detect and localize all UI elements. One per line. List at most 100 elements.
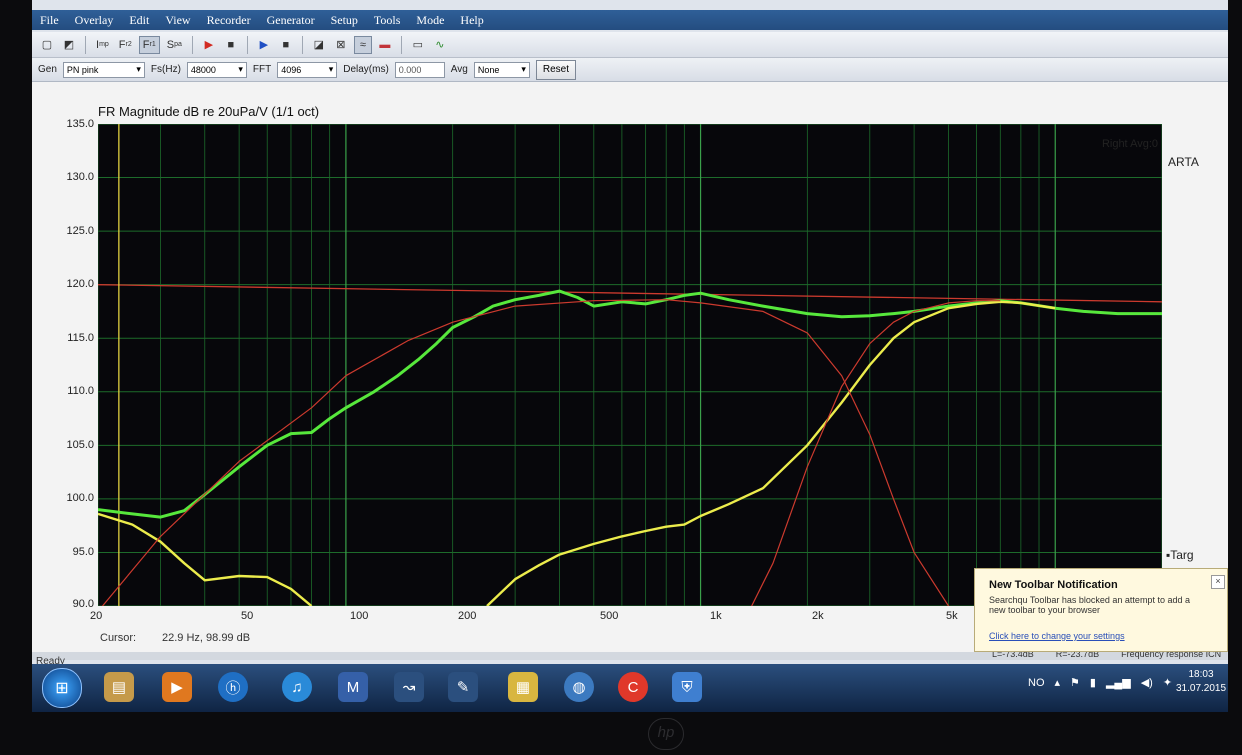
tray-language[interactable]: NO <box>1028 677 1045 689</box>
open-icon[interactable]: ◩ <box>60 36 78 54</box>
chevron-up-icon[interactable]: ▴ <box>1055 676 1061 689</box>
y-tick-label: 95.0 <box>72 546 94 558</box>
y-tick-label: 90.0 <box>72 598 94 610</box>
fft-value: 4096 <box>281 64 302 75</box>
close-icon[interactable]: × <box>1211 575 1225 589</box>
mode-fr1-button[interactable]: Fr1 <box>138 35 160 54</box>
mode-spa-label: S <box>166 38 175 51</box>
menu-overlay[interactable]: Overlay <box>75 13 114 28</box>
x-tick-label: 50 <box>241 610 254 622</box>
main-toolbar: ▢ ◩ Imp Fr2 Fr1 Spa ▶ ■ ▶ ■ ◪ ⊠ ≈ ▬ ▭ ∿ <box>32 32 1228 58</box>
start-button[interactable]: ⊞ <box>42 668 82 708</box>
color-icon[interactable]: ▬ <box>376 36 394 54</box>
x-tick-label: 500 <box>600 610 619 622</box>
menu-mode[interactable]: Mode <box>416 13 444 28</box>
y-tick-label: 115.0 <box>67 332 94 344</box>
calibrate-icon[interactable]: ◪ <box>310 36 328 54</box>
y-tick-label: 130.0 <box>66 171 94 183</box>
x-tick-label: 100 <box>350 610 369 622</box>
app-curve-icon[interactable]: ↝ <box>394 672 424 702</box>
mode-fr2-sub: r2 <box>125 41 132 48</box>
app-pen-icon[interactable]: ✎ <box>448 672 478 702</box>
wave-icon[interactable]: ∿ <box>431 36 449 54</box>
notification-title: New Toolbar Notification <box>989 579 1118 591</box>
generator-value: PN pink <box>66 64 99 75</box>
notification-body: Searchqu Toolbar has blocked an attempt … <box>989 595 1190 615</box>
generator-select[interactable]: PN pink ▾ <box>62 61 145 78</box>
itunes-icon[interactable]: ♫ <box>282 672 312 702</box>
ccleaner-icon[interactable]: C <box>618 672 648 702</box>
target-legend: ▪Targ <box>1166 548 1194 562</box>
fft-select[interactable]: 4096 ▾ <box>277 61 338 78</box>
folder-icon[interactable]: ▤ <box>104 672 134 702</box>
mode-fr2-button[interactable]: Fr2 <box>116 36 135 54</box>
frequency-response-plot[interactable] <box>98 124 1162 606</box>
delay-input[interactable]: 0.000 <box>394 61 445 78</box>
mode-fr1-sub: r1 <box>149 41 156 48</box>
toolbar-separator <box>301 35 303 54</box>
notes-icon[interactable]: ▦ <box>508 672 538 702</box>
menu-help[interactable]: Help <box>460 13 483 28</box>
volume-icon[interactable]: ◀) <box>1141 676 1153 689</box>
chevron-down-icon: ▾ <box>238 64 243 74</box>
curve-main-response <box>98 289 1162 519</box>
toolbar-notification[interactable]: New Toolbar Notification Searchqu Toolba… <box>974 568 1228 652</box>
avg-label: Avg <box>450 64 468 75</box>
flag-icon[interactable]: ⚑ <box>1070 676 1080 689</box>
x-tick-label: 2k <box>812 610 824 622</box>
menu-tools[interactable]: Tools <box>374 13 401 28</box>
screen: File Overlay Edit View Recorder Generato… <box>32 0 1228 712</box>
media-player-icon[interactable]: ▶ <box>162 672 192 702</box>
y-tick-label: 105.0 <box>66 439 94 451</box>
menu-view[interactable]: View <box>165 13 190 28</box>
scope-icon[interactable]: ▭ <box>409 36 427 54</box>
chart-settings-icon[interactable]: ⊠ <box>332 36 350 54</box>
clock-date: 31.07.2015 <box>1176 683 1227 694</box>
gen-label: Gen <box>38 64 57 75</box>
signal-icon[interactable]: ▂▄▆ <box>1106 676 1131 689</box>
toolbar-separator <box>191 35 193 54</box>
plot-status: Right Avg:0 <box>1101 138 1158 150</box>
shield-icon[interactable]: ⛨ <box>672 672 702 702</box>
clock[interactable]: 18:03 31.07.2015 <box>1176 668 1226 696</box>
app-m-icon[interactable]: M <box>338 672 368 702</box>
notification-settings-link[interactable]: Click here to change your settings <box>989 631 1125 641</box>
toolbar-separator <box>400 35 402 54</box>
fs-label: Fs(Hz) <box>150 64 181 75</box>
fft-label: FFT <box>252 64 272 75</box>
menu-bar: File Overlay Edit View Recorder Generato… <box>32 10 1228 30</box>
graph-area: FR Magnitude dB re 20uPa/V (1/1 oct) 135… <box>32 82 1228 652</box>
network-icon[interactable]: ◍ <box>564 672 594 702</box>
overlay-icon[interactable]: ≈ <box>353 35 372 54</box>
plot-curves <box>98 124 1162 606</box>
tray-app-icon[interactable]: ✦ <box>1163 676 1172 689</box>
hp-icon[interactable]: ⓗ <box>218 672 248 702</box>
record-play-icon[interactable]: ▶ <box>200 36 218 54</box>
menu-edit[interactable]: Edit <box>129 13 149 28</box>
menu-generator[interactable]: Generator <box>267 13 315 28</box>
stop-icon[interactable]: ■ <box>222 36 240 54</box>
x-tick-label: 5k <box>946 610 958 622</box>
menu-file[interactable]: File <box>40 13 59 28</box>
new-icon[interactable]: ▢ <box>38 36 56 54</box>
stop-generator-icon[interactable]: ■ <box>277 36 295 54</box>
toolbar-separator <box>85 35 86 54</box>
chevron-down-icon: ▾ <box>328 64 334 74</box>
x-tick-label: 1k <box>710 610 722 622</box>
mode-impulse-sub: mp <box>99 41 109 48</box>
menu-recorder[interactable]: Recorder <box>207 13 251 28</box>
cursor-value: 22.9 Hz, 98.99 dB <box>162 632 251 644</box>
reset-button[interactable]: Reset <box>535 59 576 80</box>
y-tick-label: 110.0 <box>67 385 94 397</box>
play-icon[interactable]: ▶ <box>255 36 273 54</box>
toolbar-separator <box>246 35 248 54</box>
menu-setup[interactable]: Setup <box>331 13 358 28</box>
power-icon[interactable]: ▮ <box>1090 676 1096 689</box>
cursor-label: Cursor: <box>100 632 137 644</box>
mode-spa-button[interactable]: Spa <box>164 36 185 54</box>
avg-select[interactable]: None ▾ <box>473 61 530 78</box>
mode-impulse-button[interactable]: Imp <box>93 36 112 54</box>
clock-time: 18:03 <box>1188 669 1214 680</box>
hp-bezel-logo: hp <box>648 718 684 750</box>
samplerate-select[interactable]: 48000 ▾ <box>186 61 247 78</box>
